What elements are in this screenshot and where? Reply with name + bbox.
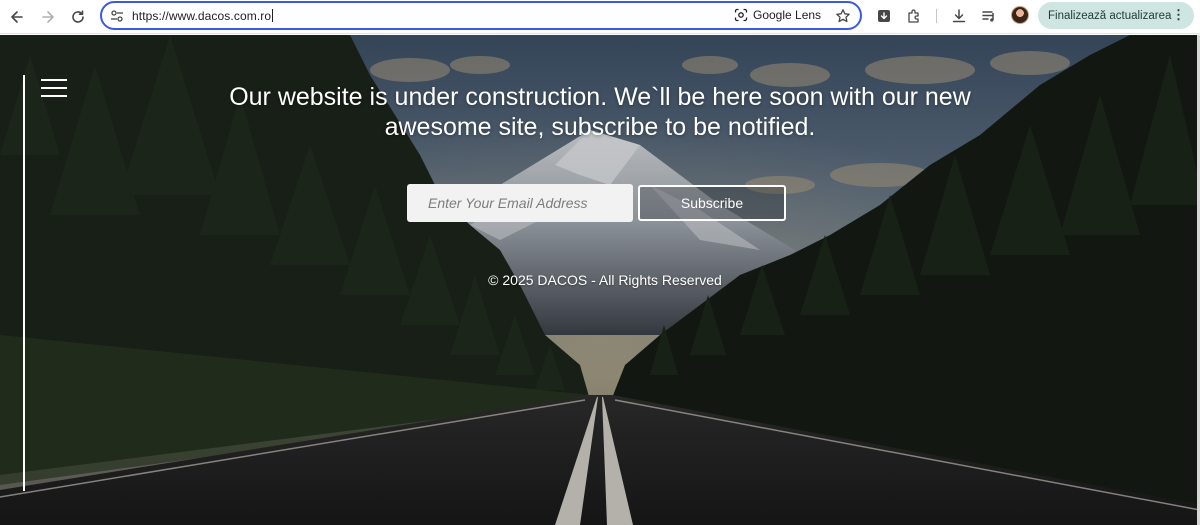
more-vert-icon[interactable]: ⋮	[1172, 8, 1185, 21]
menu-button[interactable]	[41, 79, 67, 99]
arrow-right-icon	[42, 11, 54, 23]
hamburger-line	[41, 95, 67, 97]
hero-section: Our website is under construction. We`ll…	[0, 35, 1200, 525]
reload-button[interactable]	[67, 6, 89, 28]
hamburger-icon	[41, 79, 67, 81]
google-lens-button[interactable]: Google Lens	[734, 8, 821, 22]
profile-avatar[interactable]	[1011, 6, 1029, 24]
url-text[interactable]: https://www.dacos.com.ro	[132, 9, 273, 23]
star-icon[interactable]	[835, 8, 851, 24]
email-field[interactable]	[407, 184, 633, 222]
downloads-button[interactable]	[950, 7, 968, 25]
browser-toolbar: https://www.dacos.com.ro Google Lens Fin…	[0, 0, 1200, 34]
google-lens-icon	[734, 8, 748, 22]
tune-icon[interactable]	[110, 9, 124, 23]
google-lens-label: Google Lens	[753, 8, 822, 22]
side-divider-line	[23, 75, 25, 491]
forward-button[interactable]	[37, 6, 59, 28]
arrow-left-icon	[11, 11, 23, 23]
puzzle-icon	[908, 9, 919, 23]
toolbar-divider	[936, 9, 937, 23]
update-label: Finalizează actualizarea	[1048, 9, 1172, 22]
address-bar[interactable]: https://www.dacos.com.ro Google Lens	[100, 1, 862, 30]
back-button[interactable]	[6, 6, 28, 28]
download-box-icon	[878, 10, 890, 22]
media-button[interactable]	[980, 7, 998, 25]
update-button[interactable]: Finalizează actualizarea ⋮	[1038, 2, 1194, 29]
subscribe-button[interactable]: Subscribe	[638, 185, 786, 221]
media-queue-icon	[982, 11, 994, 22]
download-icon	[952, 9, 966, 23]
install-app-button[interactable]	[875, 7, 893, 25]
copyright-text: © 2025 DACOS - All Rights Reserved	[488, 272, 722, 288]
extensions-button[interactable]	[905, 7, 923, 25]
reload-icon	[72, 10, 84, 23]
hamburger-line	[41, 87, 67, 89]
page-headline: Our website is under construction. We`ll…	[229, 83, 971, 141]
